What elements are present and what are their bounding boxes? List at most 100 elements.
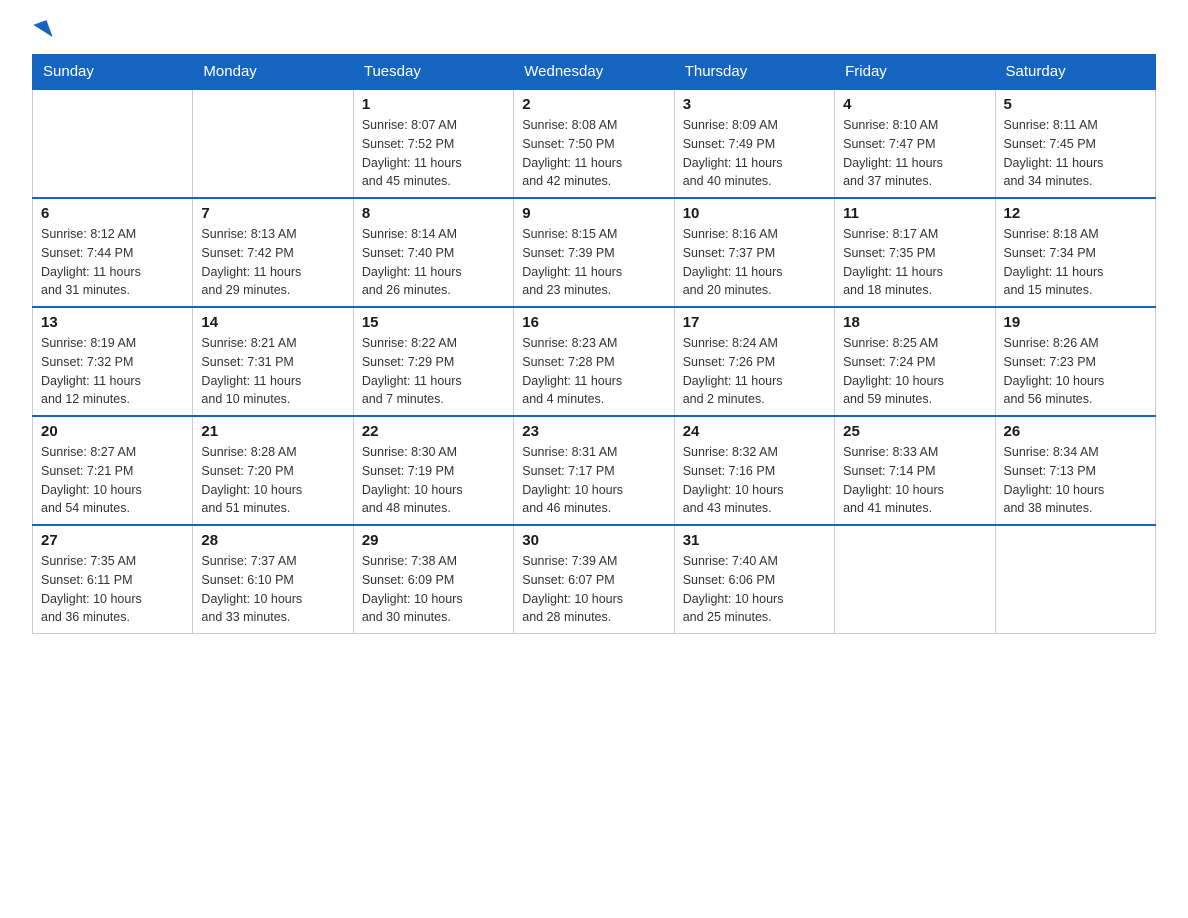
calendar-cell: 14 Sunrise: 8:21 AMSunset: 7:31 PMDayligh… bbox=[193, 307, 353, 416]
day-number: 8 bbox=[362, 205, 505, 222]
weekday-header-sunday: Sunday bbox=[33, 55, 193, 90]
day-info: Sunrise: 7:35 AMSunset: 6:11 PMDaylight:… bbox=[41, 552, 184, 627]
calendar-cell: 20 Sunrise: 8:27 AMSunset: 7:21 PMDayligh… bbox=[33, 416, 193, 525]
weekday-header-monday: Monday bbox=[193, 55, 353, 90]
day-number: 10 bbox=[683, 205, 826, 222]
day-info: Sunrise: 8:33 AMSunset: 7:14 PMDaylight:… bbox=[843, 443, 986, 518]
day-info: Sunrise: 8:21 AMSunset: 7:31 PMDaylight:… bbox=[201, 334, 344, 409]
day-info: Sunrise: 8:24 AMSunset: 7:26 PMDaylight:… bbox=[683, 334, 826, 409]
day-info: Sunrise: 7:37 AMSunset: 6:10 PMDaylight:… bbox=[201, 552, 344, 627]
day-number: 18 bbox=[843, 314, 986, 331]
day-number: 21 bbox=[201, 423, 344, 440]
day-number: 12 bbox=[1004, 205, 1147, 222]
day-info: Sunrise: 8:10 AMSunset: 7:47 PMDaylight:… bbox=[843, 116, 986, 191]
day-info: Sunrise: 8:26 AMSunset: 7:23 PMDaylight:… bbox=[1004, 334, 1147, 409]
calendar-week-row: 6Sunrise: 8:12 AMSunset: 7:44 PMDaylight… bbox=[33, 198, 1156, 307]
day-info: Sunrise: 8:27 AMSunset: 7:21 PMDaylight:… bbox=[41, 443, 184, 518]
calendar-cell: 26 Sunrise: 8:34 AMSunset: 7:13 PMDayligh… bbox=[995, 416, 1155, 525]
calendar-cell: 27 Sunrise: 7:35 AMSunset: 6:11 PMDayligh… bbox=[33, 525, 193, 634]
day-info: Sunrise: 8:13 AMSunset: 7:42 PMDaylight:… bbox=[201, 225, 344, 300]
calendar-cell bbox=[835, 525, 995, 634]
calendar-cell: 4 Sunrise: 8:10 AMSunset: 7:47 PMDaylight… bbox=[835, 89, 995, 198]
day-info: Sunrise: 8:16 AMSunset: 7:37 PMDaylight:… bbox=[683, 225, 826, 300]
weekday-header-saturday: Saturday bbox=[995, 55, 1155, 90]
calendar-cell: 3 Sunrise: 8:09 AMSunset: 7:49 PMDaylight… bbox=[674, 89, 834, 198]
day-info: Sunrise: 8:18 AMSunset: 7:34 PMDaylight:… bbox=[1004, 225, 1147, 300]
day-number: 14 bbox=[201, 314, 344, 331]
day-info: Sunrise: 8:12 AMSunset: 7:44 PMDaylight:… bbox=[41, 225, 184, 300]
day-number: 20 bbox=[41, 423, 184, 440]
calendar-cell: 2 Sunrise: 8:08 AMSunset: 7:50 PMDaylight… bbox=[514, 89, 674, 198]
calendar-cell: 22 Sunrise: 8:30 AMSunset: 7:19 PMDayligh… bbox=[353, 416, 513, 525]
day-info: Sunrise: 8:07 AMSunset: 7:52 PMDaylight:… bbox=[362, 116, 505, 191]
day-info: Sunrise: 8:32 AMSunset: 7:16 PMDaylight:… bbox=[683, 443, 826, 518]
day-info: Sunrise: 8:31 AMSunset: 7:17 PMDaylight:… bbox=[522, 443, 665, 518]
day-number: 30 bbox=[522, 532, 665, 549]
calendar-week-row: 27 Sunrise: 7:35 AMSunset: 6:11 PMDayligh… bbox=[33, 525, 1156, 634]
day-info: Sunrise: 8:08 AMSunset: 7:50 PMDaylight:… bbox=[522, 116, 665, 191]
day-info: Sunrise: 8:25 AMSunset: 7:24 PMDaylight:… bbox=[843, 334, 986, 409]
calendar-cell: 9 Sunrise: 8:15 AMSunset: 7:39 PMDaylight… bbox=[514, 198, 674, 307]
calendar-cell: 7Sunrise: 8:13 AMSunset: 7:42 PMDaylight… bbox=[193, 198, 353, 307]
day-info: Sunrise: 8:17 AMSunset: 7:35 PMDaylight:… bbox=[843, 225, 986, 300]
day-number: 28 bbox=[201, 532, 344, 549]
calendar-cell: 16 Sunrise: 8:23 AMSunset: 7:28 PMDayligh… bbox=[514, 307, 674, 416]
calendar-table: SundayMondayTuesdayWednesdayThursdayFrid… bbox=[32, 54, 1156, 634]
calendar-cell: 6Sunrise: 8:12 AMSunset: 7:44 PMDaylight… bbox=[33, 198, 193, 307]
day-info: Sunrise: 8:34 AMSunset: 7:13 PMDaylight:… bbox=[1004, 443, 1147, 518]
calendar-cell bbox=[995, 525, 1155, 634]
day-number: 24 bbox=[683, 423, 826, 440]
day-number: 13 bbox=[41, 314, 184, 331]
calendar-cell: 29 Sunrise: 7:38 AMSunset: 6:09 PMDayligh… bbox=[353, 525, 513, 634]
calendar-week-row: 20 Sunrise: 8:27 AMSunset: 7:21 PMDayligh… bbox=[33, 416, 1156, 525]
day-number: 27 bbox=[41, 532, 184, 549]
day-number: 25 bbox=[843, 423, 986, 440]
day-info: Sunrise: 8:14 AMSunset: 7:40 PMDaylight:… bbox=[362, 225, 505, 300]
weekday-header-wednesday: Wednesday bbox=[514, 55, 674, 90]
calendar-cell: 10 Sunrise: 8:16 AMSunset: 7:37 PMDayligh… bbox=[674, 198, 834, 307]
calendar-cell: 11Sunrise: 8:17 AMSunset: 7:35 PMDayligh… bbox=[835, 198, 995, 307]
weekday-header-tuesday: Tuesday bbox=[353, 55, 513, 90]
day-number: 1 bbox=[362, 96, 505, 113]
day-number: 9 bbox=[522, 205, 665, 222]
day-info: Sunrise: 8:11 AMSunset: 7:45 PMDaylight:… bbox=[1004, 116, 1147, 191]
day-number: 19 bbox=[1004, 314, 1147, 331]
day-number: 26 bbox=[1004, 423, 1147, 440]
calendar-cell: 21 Sunrise: 8:28 AMSunset: 7:20 PMDayligh… bbox=[193, 416, 353, 525]
calendar-cell: 28 Sunrise: 7:37 AMSunset: 6:10 PMDayligh… bbox=[193, 525, 353, 634]
day-number: 22 bbox=[362, 423, 505, 440]
calendar-cell: 23Sunrise: 8:31 AMSunset: 7:17 PMDayligh… bbox=[514, 416, 674, 525]
logo bbox=[32, 24, 50, 42]
calendar-cell: 15 Sunrise: 8:22 AMSunset: 7:29 PMDayligh… bbox=[353, 307, 513, 416]
calendar-cell: 5 Sunrise: 8:11 AMSunset: 7:45 PMDaylight… bbox=[995, 89, 1155, 198]
day-number: 16 bbox=[522, 314, 665, 331]
day-info: Sunrise: 8:28 AMSunset: 7:20 PMDaylight:… bbox=[201, 443, 344, 518]
logo-triangle-icon bbox=[33, 20, 52, 42]
calendar-cell: 13 Sunrise: 8:19 AMSunset: 7:32 PMDayligh… bbox=[33, 307, 193, 416]
day-info: Sunrise: 7:38 AMSunset: 6:09 PMDaylight:… bbox=[362, 552, 505, 627]
calendar-cell: 8 Sunrise: 8:14 AMSunset: 7:40 PMDaylight… bbox=[353, 198, 513, 307]
weekday-header-friday: Friday bbox=[835, 55, 995, 90]
day-info: Sunrise: 8:09 AMSunset: 7:49 PMDaylight:… bbox=[683, 116, 826, 191]
calendar-cell: 24 Sunrise: 8:32 AMSunset: 7:16 PMDayligh… bbox=[674, 416, 834, 525]
day-number: 29 bbox=[362, 532, 505, 549]
day-info: Sunrise: 8:30 AMSunset: 7:19 PMDaylight:… bbox=[362, 443, 505, 518]
day-info: Sunrise: 8:15 AMSunset: 7:39 PMDaylight:… bbox=[522, 225, 665, 300]
calendar-week-row: 13 Sunrise: 8:19 AMSunset: 7:32 PMDayligh… bbox=[33, 307, 1156, 416]
day-number: 3 bbox=[683, 96, 826, 113]
calendar-cell: 1 Sunrise: 8:07 AMSunset: 7:52 PMDaylight… bbox=[353, 89, 513, 198]
day-number: 5 bbox=[1004, 96, 1147, 113]
day-info: Sunrise: 8:22 AMSunset: 7:29 PMDaylight:… bbox=[362, 334, 505, 409]
day-number: 17 bbox=[683, 314, 826, 331]
day-info: Sunrise: 8:19 AMSunset: 7:32 PMDaylight:… bbox=[41, 334, 184, 409]
day-info: Sunrise: 8:23 AMSunset: 7:28 PMDaylight:… bbox=[522, 334, 665, 409]
day-number: 2 bbox=[522, 96, 665, 113]
day-number: 15 bbox=[362, 314, 505, 331]
day-number: 4 bbox=[843, 96, 986, 113]
calendar-cell: 30Sunrise: 7:39 AMSunset: 6:07 PMDayligh… bbox=[514, 525, 674, 634]
calendar-cell: 25 Sunrise: 8:33 AMSunset: 7:14 PMDayligh… bbox=[835, 416, 995, 525]
weekday-header-thursday: Thursday bbox=[674, 55, 834, 90]
calendar-cell bbox=[193, 89, 353, 198]
calendar-cell bbox=[33, 89, 193, 198]
calendar-cell: 12 Sunrise: 8:18 AMSunset: 7:34 PMDayligh… bbox=[995, 198, 1155, 307]
